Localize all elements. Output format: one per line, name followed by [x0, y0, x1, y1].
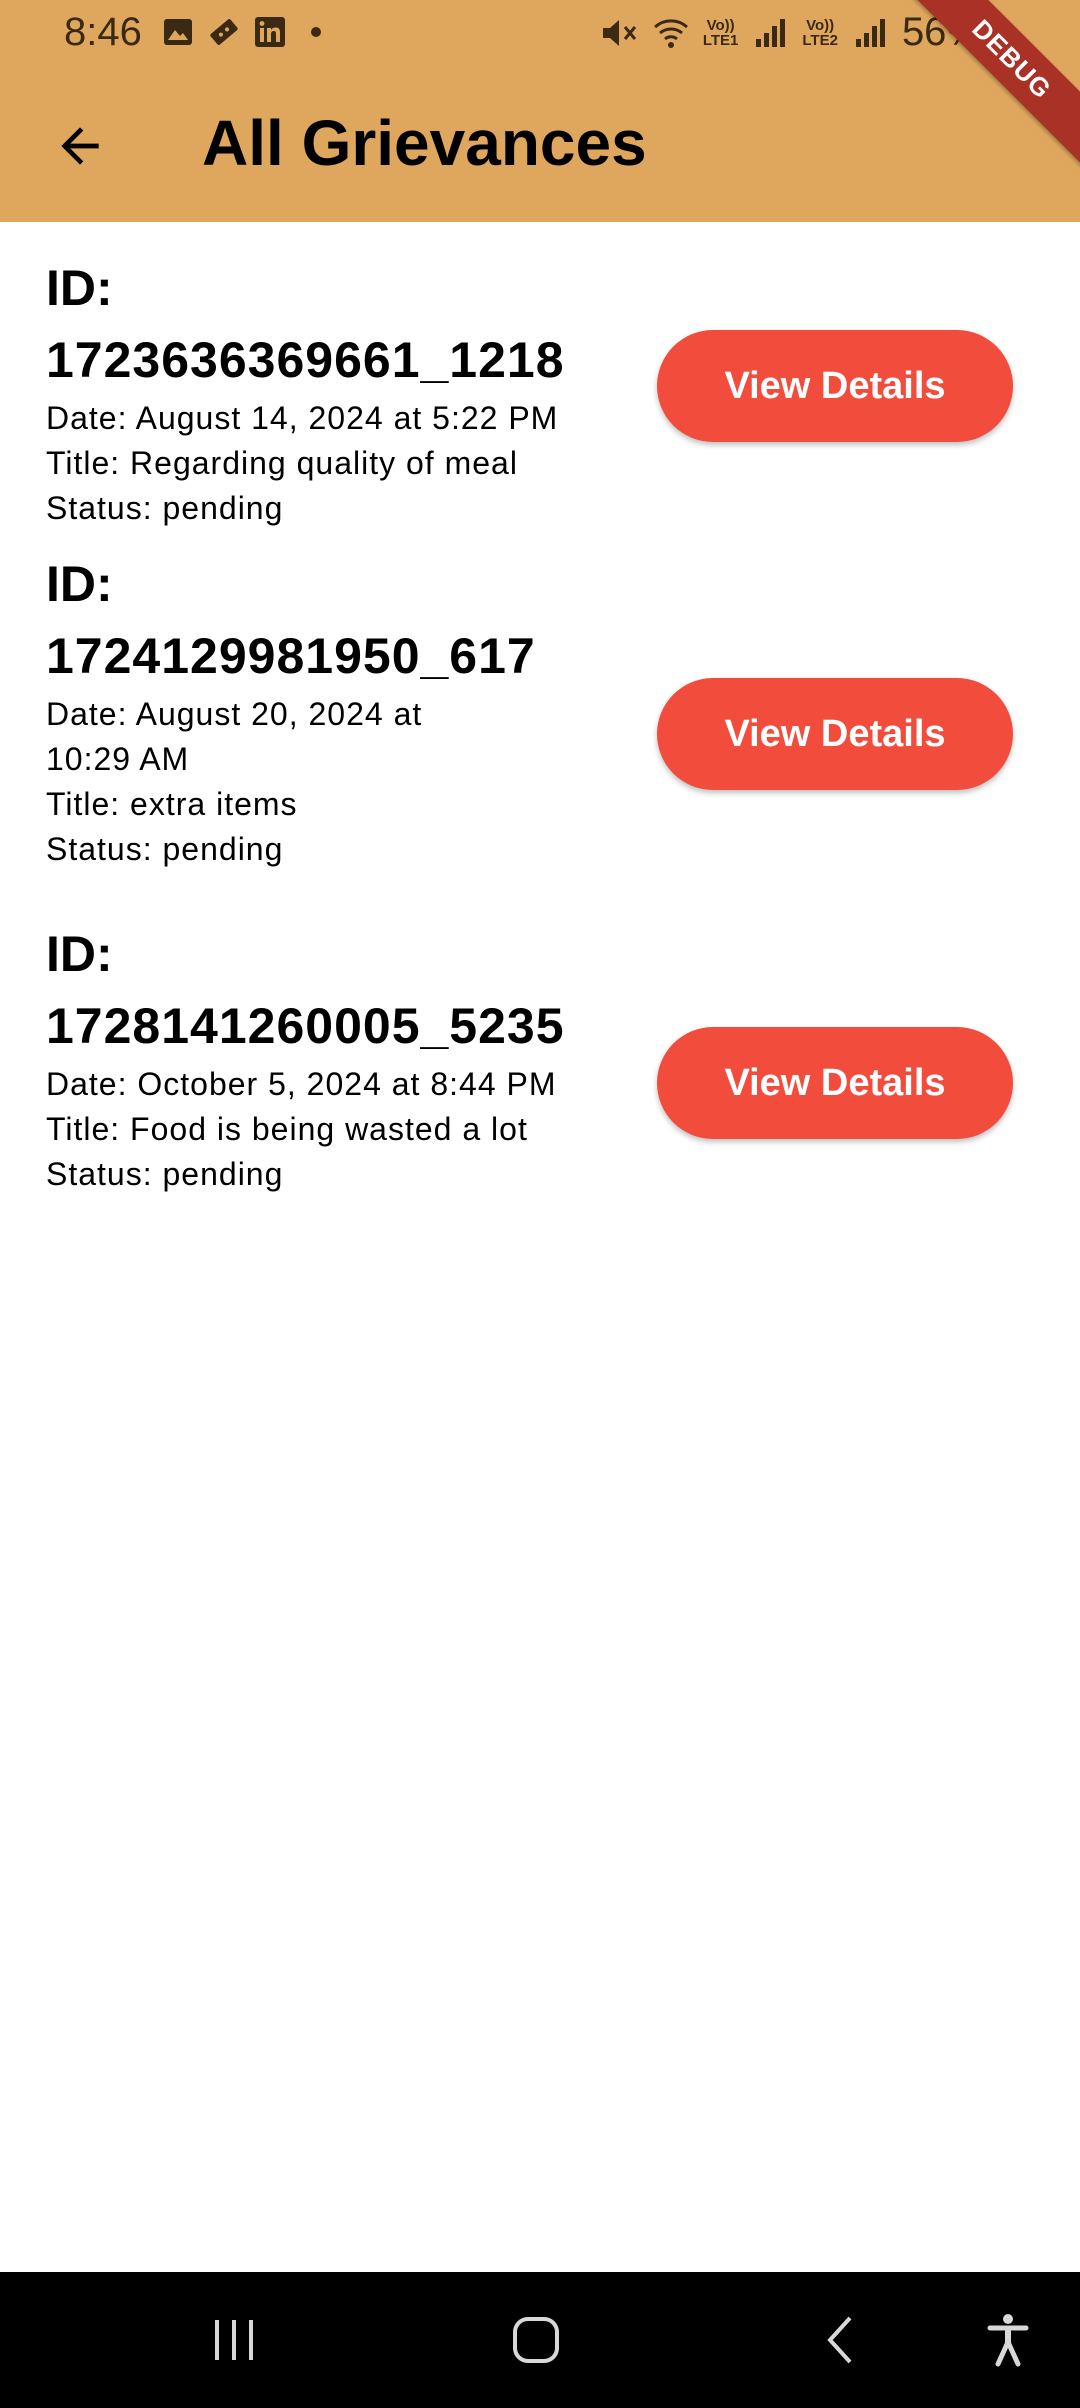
- sim1-lte-label: Vo)) LTE1: [702, 16, 739, 49]
- accessibility-icon: [987, 2314, 1029, 2367]
- ticket-icon: [210, 19, 238, 45]
- app-bar: 8:46 Vo)) LTE1 Vo)) LTE2 56% DEBUG All Gri…: [0, 0, 1080, 222]
- grievance-date: Date: August 14, 2024 at 5:22 PM: [46, 400, 559, 436]
- grievance-date: Date: October 5, 2024 at 8:44 PM: [46, 1066, 557, 1102]
- view-details-button[interactable]: View Details: [657, 678, 1013, 790]
- status-notification-icons: [162, 16, 332, 48]
- grievance-title: Title: Regarding quality of meal: [46, 445, 518, 481]
- grievance-id-label: ID:: [46, 926, 113, 982]
- grievance-details: ID: 1728141260005_5235 Date: October 5, …: [46, 918, 646, 1197]
- grievance-details: ID: 1723636369661_1218 Date: August 14, …: [46, 252, 646, 531]
- grievance-id: 1723636369661_1218: [46, 332, 565, 388]
- arrow-left-icon: [61, 127, 99, 165]
- grievance-item: ID: 1728141260005_5235 Date: October 5, …: [0, 918, 1080, 1244]
- gallery-icon: [164, 19, 192, 45]
- grievance-id: 1724129981950_617: [46, 628, 536, 684]
- grievance-status: Status: pending: [46, 1156, 284, 1192]
- grievance-date: Date: August 20, 2024 at 10:29 AM: [46, 696, 423, 777]
- nav-back-button[interactable]: [800, 2302, 880, 2378]
- recents-icon: [215, 2320, 253, 2360]
- wifi-icon: [653, 18, 688, 48]
- view-details-button[interactable]: View Details: [657, 1027, 1013, 1139]
- signal-icon: [855, 18, 885, 47]
- grievance-title: Title: Food is being wasted a lot: [46, 1111, 528, 1147]
- page-title: All Grievances: [202, 107, 647, 179]
- linkedin-icon: [255, 17, 285, 47]
- grievance-item: ID: 1723636369661_1218 Date: August 14, …: [0, 222, 1080, 548]
- chevron-left-icon: [827, 2316, 852, 2364]
- grievance-id: 1728141260005_5235: [46, 998, 565, 1054]
- dot-icon: [311, 27, 321, 37]
- grievance-list: ID: 1723636369661_1218 Date: August 14, …: [0, 222, 1080, 1244]
- home-button[interactable]: [496, 2302, 576, 2378]
- signal-icon: [756, 18, 786, 47]
- back-button[interactable]: [44, 110, 116, 182]
- grievance-title: Title: extra items: [46, 786, 298, 822]
- grievance-details: ID: 1724129981950_617 Date: August 20, 2…: [46, 548, 536, 872]
- accessibility-button[interactable]: [968, 2302, 1048, 2378]
- grievance-id-label: ID:: [46, 556, 113, 612]
- status-bar: 8:46 Vo)) LTE1 Vo)) LTE2 56%: [0, 0, 1080, 64]
- grievance-status: Status: pending: [46, 490, 284, 526]
- recents-button[interactable]: [194, 2302, 274, 2378]
- grievance-id-label: ID:: [46, 260, 113, 316]
- mute-icon: [602, 19, 636, 46]
- grievance-status: Status: pending: [46, 831, 284, 867]
- system-nav-bar: [0, 2272, 1080, 2408]
- sim2-lte-label: Vo)) LTE2: [802, 16, 838, 49]
- grievance-item: ID: 1724129981950_617 Date: August 20, 2…: [0, 548, 1080, 918]
- home-icon: [513, 2317, 559, 2363]
- status-time: 8:46: [64, 10, 142, 54]
- view-details-button[interactable]: View Details: [657, 330, 1013, 442]
